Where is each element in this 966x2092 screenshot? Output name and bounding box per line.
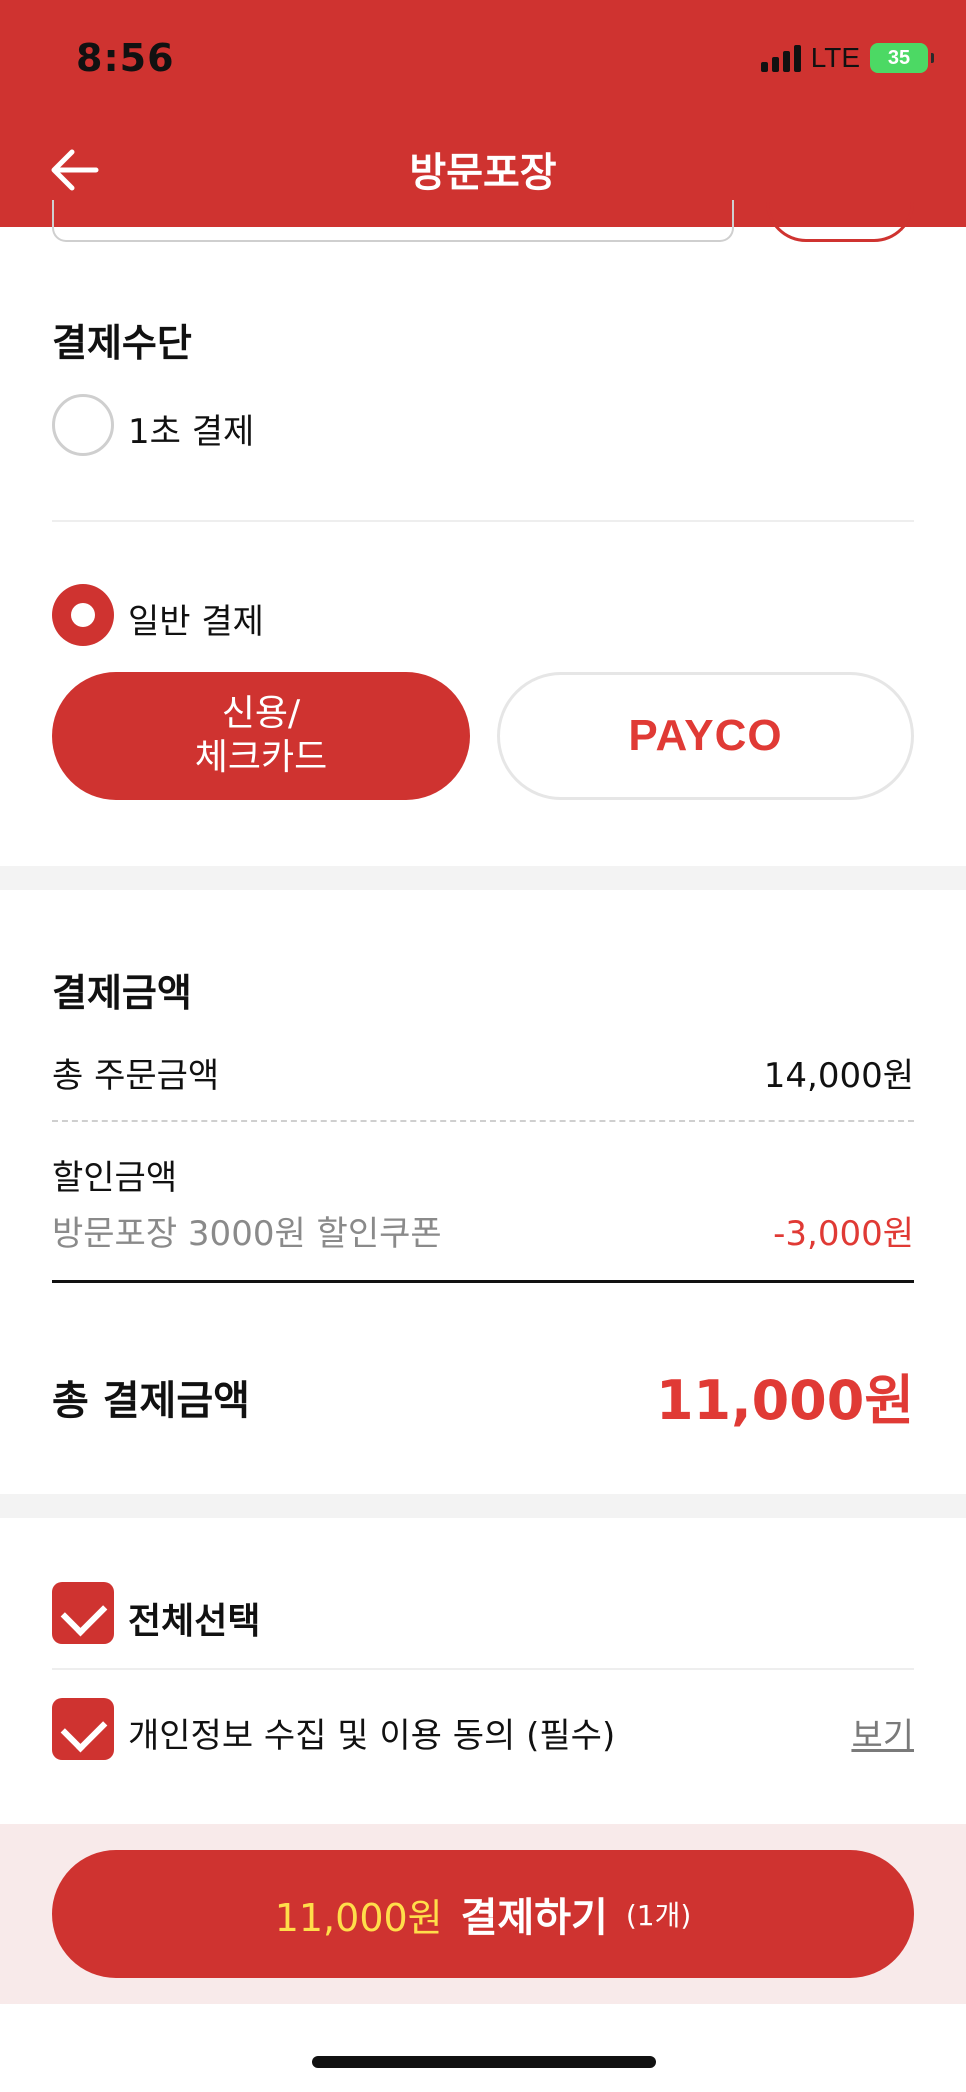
select-all-label: 전체선택 [128,1601,261,1642]
final-total-label: 총 결제금액 [52,1378,250,1424]
signal-icon [760,44,801,72]
order-total-label: 총 주문금액 [52,1056,220,1096]
final-total-value: 11,000원 [655,1369,914,1432]
privacy-agree-label: 개인정보 수집 및 이용 동의 (필수) [128,1716,616,1756]
status-time: 8:56 [76,36,175,80]
divider [52,1668,914,1670]
discount-detail: 방문포장 3000원 할인쿠폰 [52,1214,442,1254]
payco-logo: PAYCO [628,711,783,760]
section-separator [0,1494,966,1518]
payco-button[interactable]: PAYCO [497,672,914,800]
checkout-count: (1개) [625,1899,692,1932]
select-all-checkbox[interactable] [52,1582,114,1644]
battery-level: 35 [887,46,911,69]
network-type: LTE [810,42,860,73]
discount-label: 할인금액 [52,1158,178,1198]
total-divider [52,1280,914,1283]
checkout-page: 8:56 LTE 35 방문포장 결제수단 1초 결제 일반 결제 신용/ 체크… [0,0,966,2092]
status-indicators: LTE 35 [760,42,934,74]
payment-method-title: 결제수단 [52,321,192,365]
divider [52,520,914,522]
credit-card-label: 신용/ 체크카드 [194,693,328,778]
checkout-amount: 11,000원 [274,1895,443,1940]
request-input[interactable] [52,200,734,242]
home-indicator[interactable] [312,2056,656,2068]
general-pay-radio[interactable] [52,584,114,646]
payment-amount-title: 결제금액 [52,971,192,1015]
discount-value: -3,000원 [773,1214,914,1254]
request-button[interactable] [766,190,914,242]
privacy-view-link[interactable]: 보기 [851,1708,914,1757]
section-separator [0,866,966,890]
credit-card-button[interactable]: 신용/ 체크카드 [52,672,470,800]
general-pay-label: 일반 결제 [128,602,264,642]
privacy-agree-checkbox[interactable] [52,1698,114,1760]
checkout-button[interactable]: 11,000원 결제하기 (1개) [52,1850,914,1978]
quick-pay-label: 1초 결제 [128,412,255,452]
quick-pay-radio[interactable] [52,394,114,456]
battery-icon: 35 [870,43,934,73]
order-total-value: 14,000원 [763,1056,914,1096]
checkout-label: 결제하기 [460,1895,608,1941]
dashed-divider [52,1120,914,1122]
